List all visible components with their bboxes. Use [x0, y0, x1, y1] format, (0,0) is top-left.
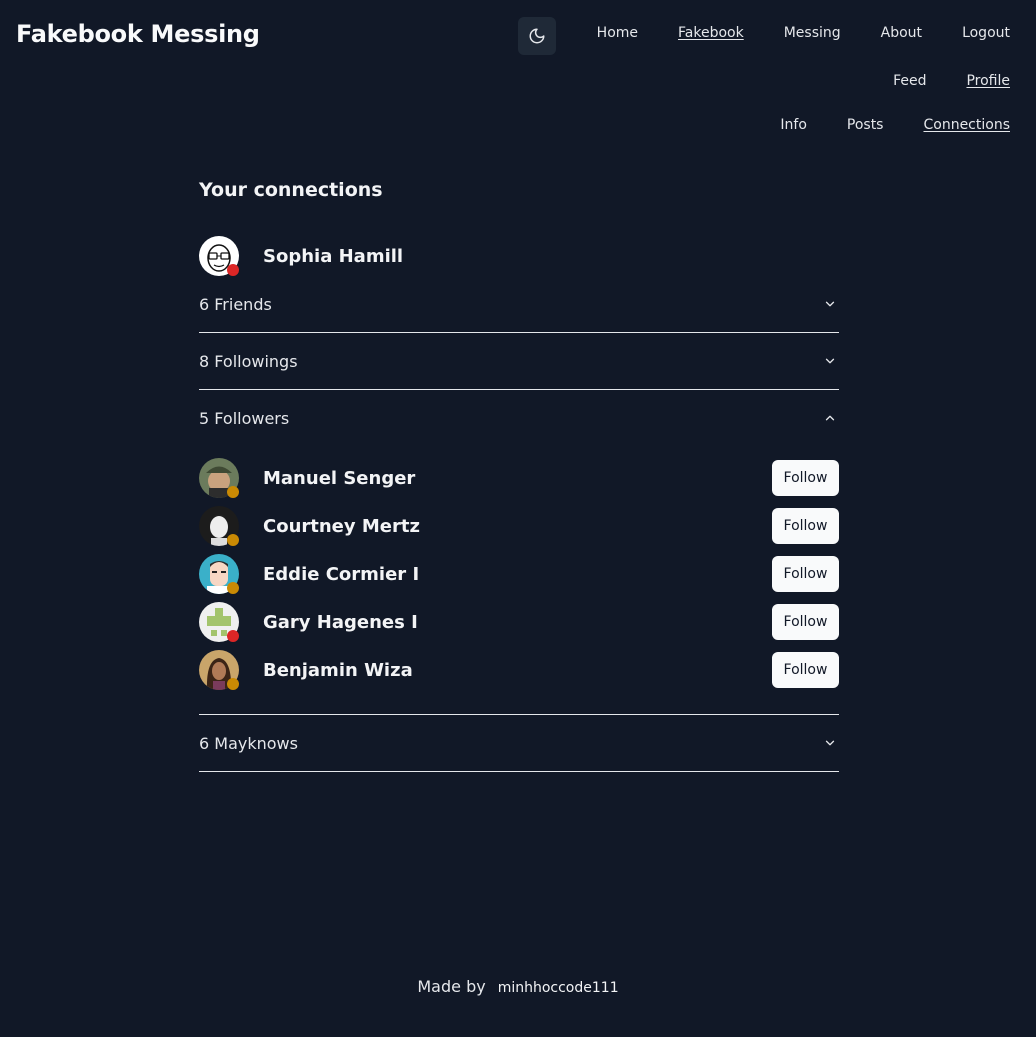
status-dot	[227, 678, 239, 690]
user-name: Eddie Cormier I	[263, 563, 420, 585]
section-mayknows: 6 Mayknows	[199, 715, 839, 772]
user-name: Gary Hagenes I	[263, 611, 418, 633]
user-list: Manuel Senger Follow Courtney Mertz Follow E…	[199, 446, 839, 714]
page-title: Your connections	[199, 179, 383, 201]
section-label: 8 Followings	[199, 351, 298, 371]
theme-toggle-button[interactable]	[518, 17, 556, 55]
status-dot	[227, 486, 239, 498]
profile-tabs: Info Posts Connections	[780, 117, 1010, 133]
nav-link-feed[interactable]: Feed	[893, 73, 926, 89]
connections-panel: Your connections Sophia Hamill 6 Friends…	[199, 176, 839, 772]
user-name: Courtney Mertz	[263, 515, 420, 537]
moon-icon	[529, 28, 545, 44]
status-dot	[227, 582, 239, 594]
section-label: 5 Followers	[199, 408, 290, 428]
avatar	[199, 554, 239, 594]
list-item[interactable]: Manuel Senger Follow	[199, 454, 839, 502]
follow-button[interactable]: Follow	[772, 604, 839, 640]
list-item[interactable]: Courtney Mertz Follow	[199, 502, 839, 550]
follow-button[interactable]: Follow	[772, 652, 839, 688]
tab-posts[interactable]: Posts	[847, 117, 884, 133]
connection-sections: 6 Friends 8 Followings 5 Followers Manuel S…	[199, 276, 839, 772]
current-user[interactable]: Sophia Hamill	[199, 236, 839, 276]
avatar	[199, 506, 239, 546]
status-dot	[227, 264, 239, 276]
nav-link-fakebook[interactable]: Fakebook	[678, 25, 744, 41]
list-item[interactable]: Benjamin Wiza Follow	[199, 646, 839, 694]
footer: Made by minhhoccode111	[0, 977, 1036, 996]
nav-link-logout[interactable]: Logout	[962, 25, 1010, 41]
nav-link-messing[interactable]: Messing	[784, 25, 841, 41]
user-name: Manuel Senger	[263, 467, 416, 489]
chevron-down-icon	[825, 301, 835, 307]
nav-link-about[interactable]: About	[881, 25, 922, 41]
user-name: Benjamin Wiza	[263, 659, 413, 681]
section-friends: 6 Friends	[199, 276, 839, 333]
footer-label: Made by	[417, 977, 486, 996]
section-toggle[interactable]: 6 Mayknows	[199, 715, 839, 771]
status-dot	[227, 630, 239, 642]
tab-info[interactable]: Info	[780, 117, 807, 133]
section-toggle[interactable]: 8 Followings	[199, 333, 839, 389]
section-label: 6 Mayknows	[199, 733, 298, 753]
list-item[interactable]: Gary Hagenes I Follow	[199, 598, 839, 646]
app-title[interactable]: Fakebook Messing	[16, 20, 260, 48]
avatar	[199, 458, 239, 498]
footer-author-link[interactable]: minhhoccode111	[498, 980, 619, 996]
status-dot	[227, 534, 239, 546]
current-user-name: Sophia Hamill	[263, 245, 404, 267]
chevron-down-icon	[825, 740, 835, 746]
follow-button[interactable]: Follow	[772, 556, 839, 592]
section-followings: 8 Followings	[199, 333, 839, 390]
section-label: 6 Friends	[199, 294, 272, 314]
avatar	[199, 602, 239, 642]
nav-link-profile[interactable]: Profile	[966, 73, 1010, 89]
primary-nav: Home Fakebook Messing About Logout	[597, 25, 1010, 41]
follow-button[interactable]: Follow	[772, 508, 839, 544]
chevron-down-icon	[825, 358, 835, 364]
list-item[interactable]: Eddie Cormier I Follow	[199, 550, 839, 598]
section-toggle[interactable]: 5 Followers	[199, 390, 839, 446]
nav-link-home[interactable]: Home	[597, 25, 638, 41]
follow-button[interactable]: Follow	[772, 460, 839, 496]
section-followers: 5 Followers Manuel Senger Follow Courtney M…	[199, 390, 839, 715]
avatar	[199, 650, 239, 690]
secondary-nav: Feed Profile	[893, 73, 1010, 89]
tab-connections[interactable]: Connections	[923, 117, 1010, 133]
section-toggle[interactable]: 6 Friends	[199, 276, 839, 332]
avatar	[199, 236, 239, 276]
chevron-up-icon	[825, 415, 835, 421]
